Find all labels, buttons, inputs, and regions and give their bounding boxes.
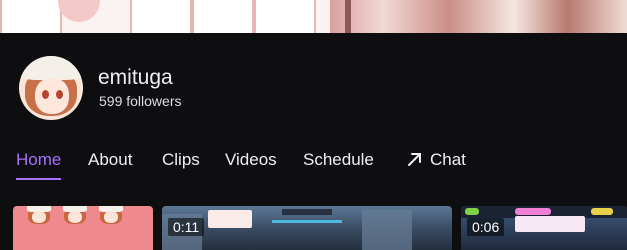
avatar[interactable] xyxy=(19,56,83,120)
tab-label: Clips xyxy=(162,150,200,169)
tab-schedule[interactable]: Schedule xyxy=(303,150,374,170)
tab-clips[interactable]: Clips xyxy=(162,150,200,170)
banner-pattern xyxy=(58,0,100,22)
banner-pattern xyxy=(130,0,192,33)
tab-about[interactable]: About xyxy=(88,150,132,170)
tab-home[interactable]: Home xyxy=(16,150,62,180)
tab-label: Schedule xyxy=(303,150,374,169)
active-tab-indicator xyxy=(16,178,62,180)
duration-badge: 0:06 xyxy=(467,218,505,236)
emote-card[interactable] xyxy=(13,206,153,250)
tab-label: Videos xyxy=(225,150,277,169)
channel-name[interactable]: emituga xyxy=(98,66,173,90)
banner-pattern xyxy=(192,0,254,33)
channel-banner xyxy=(0,0,627,33)
banner-pattern xyxy=(0,0,62,33)
clip-thumbnail[interactable]: 0:11 xyxy=(162,206,452,250)
tab-label: About xyxy=(88,150,133,169)
tab-label: Chat xyxy=(430,150,466,169)
follower-count: 599 followers xyxy=(99,93,182,109)
duration-badge: 0:11 xyxy=(168,218,205,236)
banner-artwork xyxy=(330,0,627,33)
tab-label: Home xyxy=(16,150,62,169)
arrow-up-right-icon xyxy=(408,153,421,166)
banner-artwork xyxy=(345,0,351,33)
clip-thumbnail[interactable]: 0:06 xyxy=(461,206,627,250)
banner-pattern xyxy=(254,0,316,33)
tab-chat[interactable]: Chat xyxy=(406,150,466,170)
tab-videos[interactable]: Videos xyxy=(225,150,277,170)
